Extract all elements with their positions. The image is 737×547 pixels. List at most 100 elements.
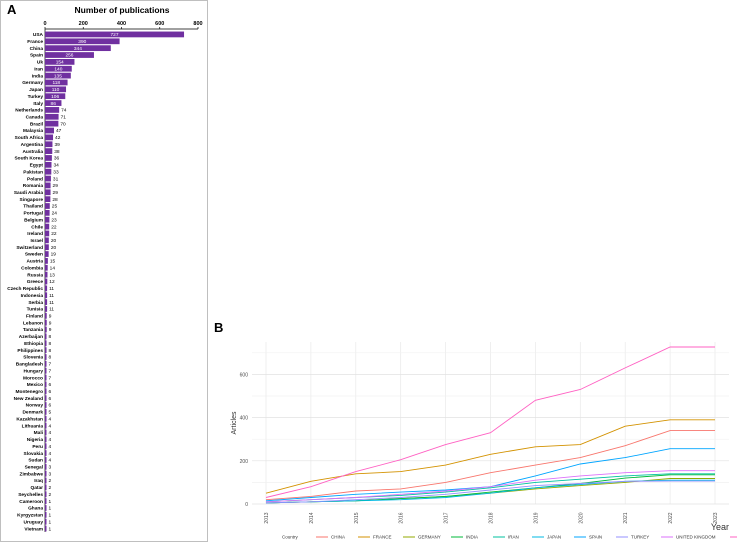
category-label: Greece: [27, 279, 44, 285]
bar-value-label: 106: [51, 94, 59, 100]
category-label: Lithuania: [22, 423, 44, 429]
y-tick-label: 200: [240, 459, 249, 465]
bar: [45, 312, 47, 319]
legend-label: SPAIN: [589, 535, 602, 540]
bar: [45, 127, 54, 134]
category-label: Philippines: [17, 348, 43, 354]
x-tick-label: 0: [43, 21, 46, 27]
bar: [45, 443, 47, 450]
bar-value-label: 6: [49, 403, 52, 409]
bar-value-label: 4: [49, 451, 52, 457]
category-label: Cameroon: [19, 499, 43, 505]
category-label: Sudan: [28, 458, 43, 464]
bar-value-label: 6: [49, 382, 52, 388]
bar: [45, 409, 47, 415]
category-label: Serbia: [28, 300, 43, 306]
category-label: New Zealand: [14, 396, 43, 402]
bar-value-label: 7: [49, 368, 52, 374]
bar-value-label: 8: [49, 355, 52, 361]
bar: [45, 285, 48, 292]
legend-label: UNITED KINGDOM: [676, 535, 716, 540]
category-label: Israel: [30, 238, 43, 244]
bar: [45, 189, 51, 196]
bar-value-label: 727: [111, 32, 119, 38]
bar-value-label: 8: [49, 348, 52, 354]
category-label: Thailand: [23, 204, 43, 210]
category-label: Qatar: [30, 485, 43, 491]
category-label: Tanzania: [23, 327, 44, 333]
category-label: Kazakhstan: [16, 416, 43, 422]
bar-value-label: 8: [49, 341, 52, 347]
bar-value-label: 31: [53, 176, 59, 182]
line-chart: B 0 200 400 600 2013 2014 2015 2016 2017 2018 2019 2…: [214, 320, 737, 540]
bar-value-label: 22: [51, 231, 57, 237]
bar: [45, 470, 47, 477]
bar-value-label: 110: [52, 87, 60, 93]
x-tick-label: 2017: [444, 512, 450, 523]
category-label: Malaysia: [23, 128, 43, 134]
category-label: Tunisia: [27, 307, 44, 313]
y-tick-label: 0: [245, 502, 248, 508]
category-label: Italy: [33, 101, 43, 107]
bar-value-label: 118: [52, 80, 60, 86]
bar: [45, 429, 47, 436]
bar: [45, 402, 47, 408]
category-label: Slovakia: [24, 451, 44, 457]
x-tick-label: 600: [155, 21, 164, 27]
category-label: Denmark: [22, 410, 43, 416]
category-label: Zimbabwe: [20, 471, 44, 477]
bar-value-label: 1: [49, 499, 52, 505]
x-tick-label: 2018: [489, 512, 495, 523]
category-label: Mexico: [27, 382, 43, 388]
bar-value-label: 36: [54, 156, 60, 162]
y-tick-label: 600: [240, 372, 249, 378]
bar: [45, 168, 52, 175]
bar-value-label: 47: [56, 128, 62, 134]
category-label: Bangladesh: [16, 362, 43, 368]
category-label: Kyrgyzstan: [17, 513, 43, 519]
bar-value-label: 38: [54, 149, 60, 155]
category-label: Japan: [29, 87, 43, 93]
x-tick-label: 2016: [399, 512, 405, 523]
bar-value-label: 3: [49, 465, 52, 471]
bar-value-label: 4: [49, 458, 52, 464]
legend-label: JAPAN: [547, 535, 561, 540]
bar: [45, 161, 52, 168]
bar: [45, 120, 59, 127]
legend-label: INDIA: [466, 535, 478, 540]
bar-value-label: 33: [53, 169, 59, 175]
bar: [45, 498, 47, 504]
category-label: Mali: [34, 430, 43, 436]
category-label: Canada: [26, 114, 44, 120]
x-tick-label: 2021: [623, 512, 629, 523]
category-label: Belgium: [24, 217, 43, 223]
category-label: Lebanon: [23, 320, 43, 326]
bar: [45, 299, 48, 305]
legend-label: TURKEY: [631, 535, 649, 540]
bar-value-label: 135: [54, 73, 62, 79]
bar-value-label: 256: [65, 53, 73, 59]
bar-value-label: 344: [74, 46, 82, 52]
category-label: Germany: [22, 80, 43, 86]
y-tick-label: 400: [240, 416, 249, 422]
bar-value-label: 20: [51, 245, 57, 251]
bar-value-label: 12: [49, 279, 55, 285]
bar-value-label: 86: [51, 101, 57, 107]
bar: [45, 196, 51, 203]
bar: [45, 477, 47, 484]
category-label: Slovenia: [23, 355, 43, 361]
bar-value-label: 29: [53, 190, 59, 196]
bar-value-label: 6: [49, 389, 52, 395]
bar: [45, 258, 48, 264]
category-label: Singapore: [20, 197, 44, 203]
bar: [45, 463, 47, 470]
bar-value-label: 1: [49, 513, 52, 519]
bar-value-label: 3: [49, 471, 52, 477]
category-label: Indonesia: [21, 293, 44, 299]
category-label: Switzerland: [16, 245, 43, 251]
category-label: Vietnam: [24, 526, 43, 532]
bar: [45, 175, 51, 182]
category-label: Peru: [32, 444, 43, 450]
x-tick-label: 2015: [354, 512, 360, 523]
bar: [45, 347, 47, 354]
